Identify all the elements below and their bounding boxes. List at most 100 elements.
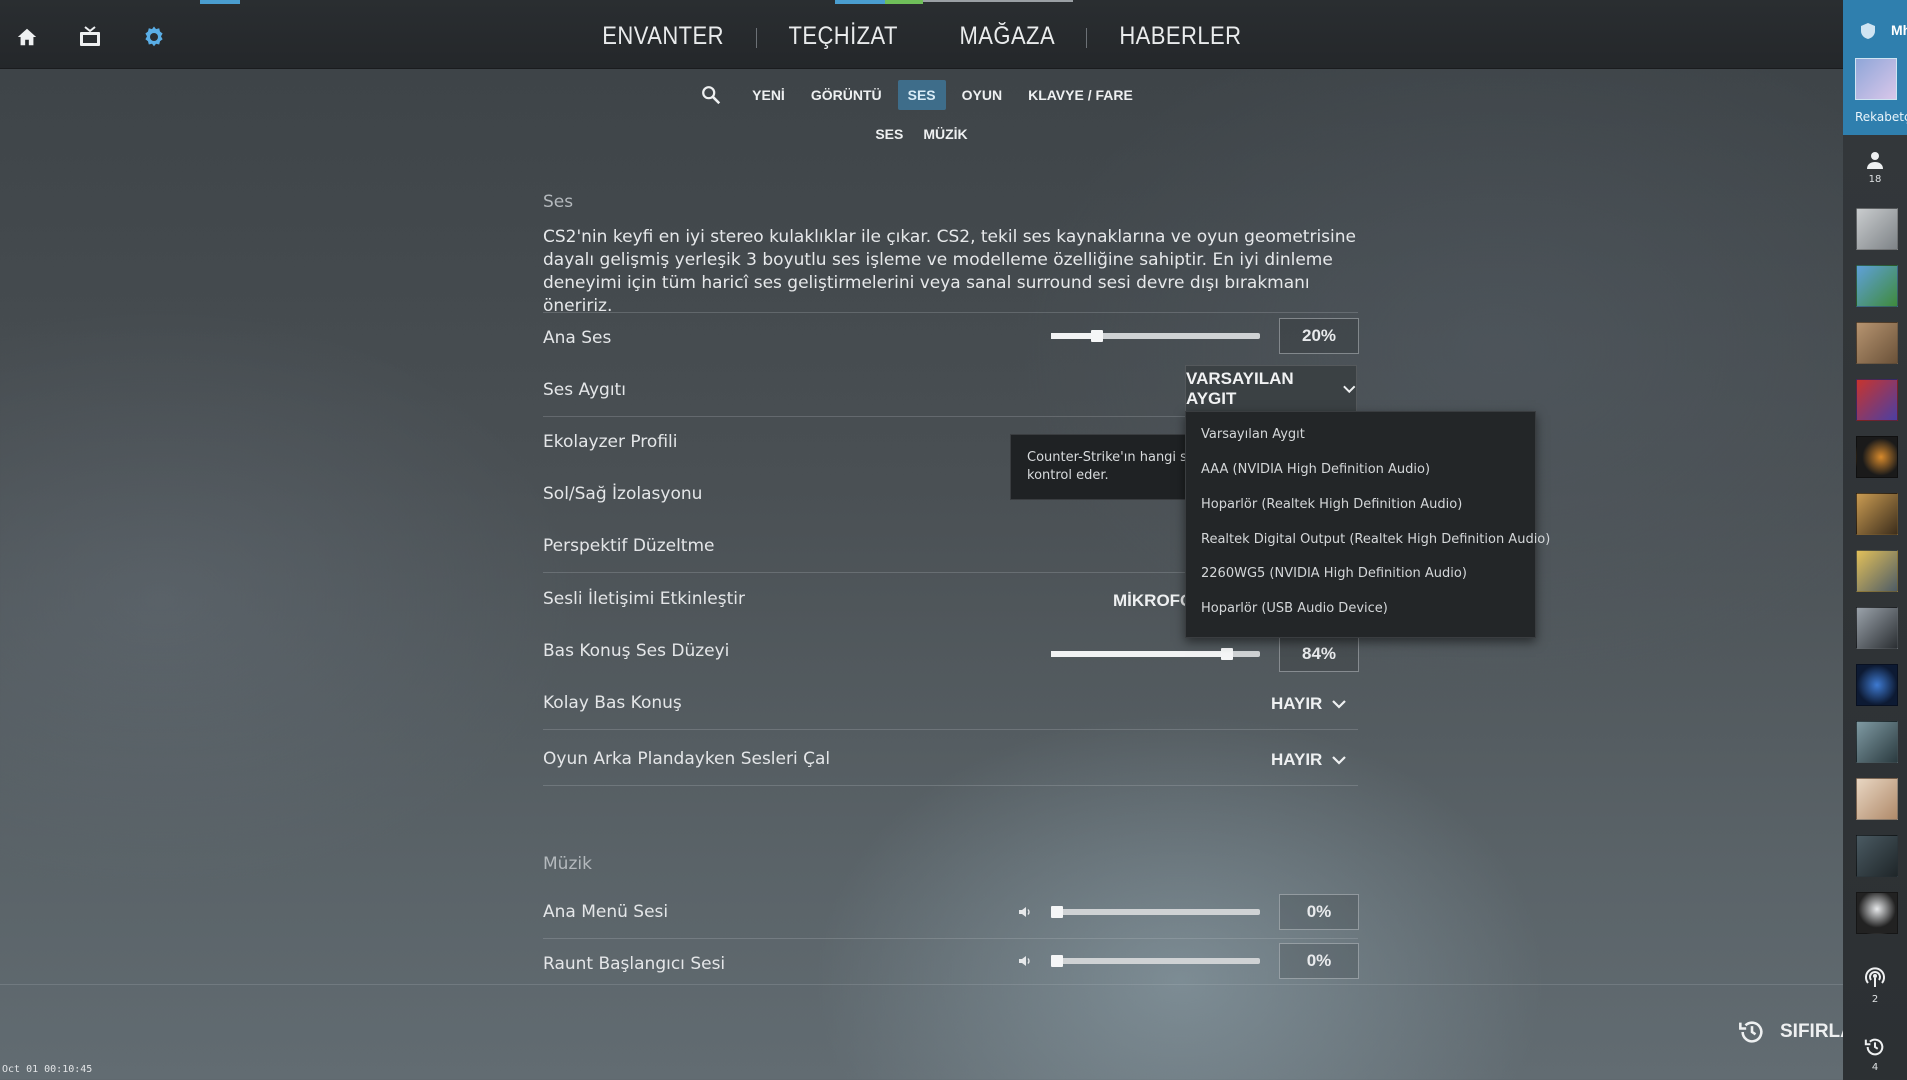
device-option[interactable]: 2260WG5 (NVIDIA High Definition Audio) <box>1201 566 1467 581</box>
main-menu-volume-label: Ana Menü Sesi <box>543 902 669 922</box>
search-icon[interactable] <box>700 80 736 110</box>
round-start-volume-slider[interactable] <box>1051 955 1260 967</box>
nav-loadout[interactable]: TEÇHİZAT <box>767 22 919 51</box>
main-nav: ENVANTER TEÇHİZAT MAĞAZA HABERLER <box>0 22 1843 51</box>
easy-ptt-dropdown[interactable]: HAYIR <box>1271 694 1347 714</box>
friend-avatar[interactable] <box>1856 892 1898 934</box>
master-volume-slider[interactable] <box>1051 330 1260 342</box>
device-option[interactable]: Realtek Digital Output (Realtek High Def… <box>1201 532 1550 547</box>
subtab-audio[interactable]: SES <box>875 126 903 142</box>
history-button[interactable]: 4 <box>1843 1036 1907 1073</box>
background-audio-dropdown[interactable]: HAYIR <box>1271 750 1347 770</box>
device-option[interactable]: AAA (NVIDIA High Definition Audio) <box>1201 462 1430 477</box>
footer-divider <box>0 984 1843 985</box>
chevron-down-icon <box>1332 756 1347 765</box>
tab-keyboard-mouse[interactable]: KLAVYE / FARE <box>1018 80 1143 110</box>
audio-device-label: Ses Aygıtı <box>543 380 626 400</box>
settings-tabs: YENİ GÖRÜNTÜ SES OYUN KLAVYE / FARE <box>0 80 1843 110</box>
tab-game[interactable]: OYUN <box>952 80 1012 110</box>
friend-avatar[interactable] <box>1856 436 1898 478</box>
clock-readout: Oct 01 00:10:45 <box>2 1064 93 1075</box>
device-option[interactable]: Varsayılan Aygıt <box>1201 427 1305 442</box>
speaker-icon[interactable] <box>1017 904 1033 920</box>
lr-isolation-label: Sol/Sağ İzolasyonu <box>543 484 703 504</box>
perspective-label: Perspektif Düzeltme <box>543 536 715 556</box>
slider-handle[interactable] <box>1221 648 1233 660</box>
row-background-audio: Oyun Arka Plandayken Sesleri Çal <box>543 733 1358 786</box>
reset-button[interactable]: SIFIRLA <box>1738 1018 1854 1046</box>
friend-avatar[interactable] <box>1856 265 1898 307</box>
row-round-start-volume: Raunt Başlangıcı Sesi <box>543 938 1358 990</box>
profile-card[interactable]: Mht Rekabetçi <box>1843 0 1907 135</box>
ptt-volume-slider[interactable] <box>1051 648 1260 660</box>
section-title-audio: Ses <box>543 192 574 212</box>
speaker-icon[interactable] <box>1017 953 1033 969</box>
broadcast-count: 2 <box>1871 994 1879 1005</box>
friend-avatar[interactable] <box>1856 379 1898 421</box>
friend-avatar[interactable] <box>1856 607 1898 649</box>
tooltip-line-2: kontrol eder. <box>1027 468 1109 483</box>
friend-avatar[interactable] <box>1856 835 1898 877</box>
nav-inventory[interactable]: ENVANTER <box>581 22 745 51</box>
subtab-music[interactable]: MÜZİK <box>923 126 967 142</box>
avatar[interactable] <box>1855 58 1897 100</box>
friend-avatar[interactable] <box>1856 208 1898 250</box>
tab-audio[interactable]: SES <box>897 80 946 110</box>
audio-device-dropdown[interactable]: VARSAYILAN AYGIT <box>1185 365 1357 412</box>
easy-ptt-label: Kolay Bas Konuş <box>543 693 682 713</box>
friend-avatar[interactable] <box>1856 493 1898 535</box>
master-volume-label: Ana Ses <box>543 328 612 348</box>
audio-device-options: Varsayılan Aygıt AAA (NVIDIA High Defini… <box>1185 411 1550 638</box>
round-start-volume-value[interactable]: 0% <box>1279 943 1359 979</box>
broadcast-icon <box>1865 967 1885 987</box>
active-accent <box>200 0 240 4</box>
ptt-volume-value[interactable]: 84% <box>1279 636 1359 672</box>
broadcast-button[interactable]: 2 <box>1843 966 1907 1005</box>
master-volume-value[interactable]: 20% <box>1279 318 1359 354</box>
slider-fill <box>1051 651 1227 657</box>
main-menu-volume-value[interactable]: 0% <box>1279 894 1359 930</box>
tab-video[interactable]: GÖRÜNTÜ <box>801 80 892 110</box>
nav-accent-blue <box>835 0 885 4</box>
username: Mht <box>1891 22 1907 38</box>
tooltip-line-1: Counter-Strike'ın hangi ses <box>1027 450 1186 465</box>
row-easy-ptt: Kolay Bas Konuş <box>543 677 1358 730</box>
friend-avatar[interactable] <box>1856 664 1898 706</box>
slider-handle[interactable] <box>1051 955 1063 967</box>
slider-handle[interactable] <box>1051 906 1063 918</box>
round-start-volume-label: Raunt Başlangıcı Sesi <box>543 954 726 974</box>
history-count: 4 <box>1871 1062 1879 1073</box>
nav-accent-green <box>885 0 923 4</box>
friends-button[interactable]: 18 <box>1843 150 1907 185</box>
history-icon <box>1739 1021 1763 1043</box>
friend-avatar[interactable] <box>1856 721 1898 763</box>
easy-ptt-value: HAYIR <box>1271 694 1323 713</box>
profile-rank: Rekabetçi <box>1855 110 1907 124</box>
audio-device-value: VARSAYILAN AYGIT <box>1186 368 1294 408</box>
friend-avatar[interactable] <box>1856 550 1898 592</box>
top-bar: ENVANTER TEÇHİZAT MAĞAZA HABERLER <box>0 0 1843 69</box>
person-icon <box>1867 152 1883 169</box>
eq-profile-label: Ekolayzer Profili <box>543 432 678 452</box>
friends-count: 18 <box>1868 174 1882 185</box>
nav-separator <box>755 28 757 48</box>
history-icon <box>1864 1038 1884 1056</box>
background-audio-label: Oyun Arka Plandayken Sesleri Çal <box>543 749 831 769</box>
device-option[interactable]: Hoparlör (USB Audio Device) <box>1201 601 1388 616</box>
slider-handle[interactable] <box>1091 330 1103 342</box>
background-audio-value: HAYIR <box>1271 750 1323 769</box>
voice-enable-label: Sesli İletişimi Etkinleştir <box>543 589 745 609</box>
tab-new[interactable]: YENİ <box>742 80 795 110</box>
section-title-music: Müzik <box>543 854 592 874</box>
friends-sidebar: Mht Rekabetçi 18 2 4 <box>1843 0 1907 1080</box>
chevron-down-icon <box>1332 700 1347 709</box>
device-option[interactable]: Hoparlör (Realtek High Definition Audio) <box>1201 497 1462 512</box>
nav-store[interactable]: MAĞAZA <box>939 22 1077 51</box>
nav-separator <box>1085 28 1087 48</box>
friend-avatar[interactable] <box>1856 778 1898 820</box>
audio-subtabs: SES MÜZİK <box>0 126 1843 142</box>
main-menu-volume-slider[interactable] <box>1051 906 1260 918</box>
nav-news[interactable]: HABERLER <box>1098 22 1262 51</box>
ptt-volume-label: Bas Konuş Ses Düzeyi <box>543 641 730 661</box>
friend-avatar[interactable] <box>1856 322 1898 364</box>
